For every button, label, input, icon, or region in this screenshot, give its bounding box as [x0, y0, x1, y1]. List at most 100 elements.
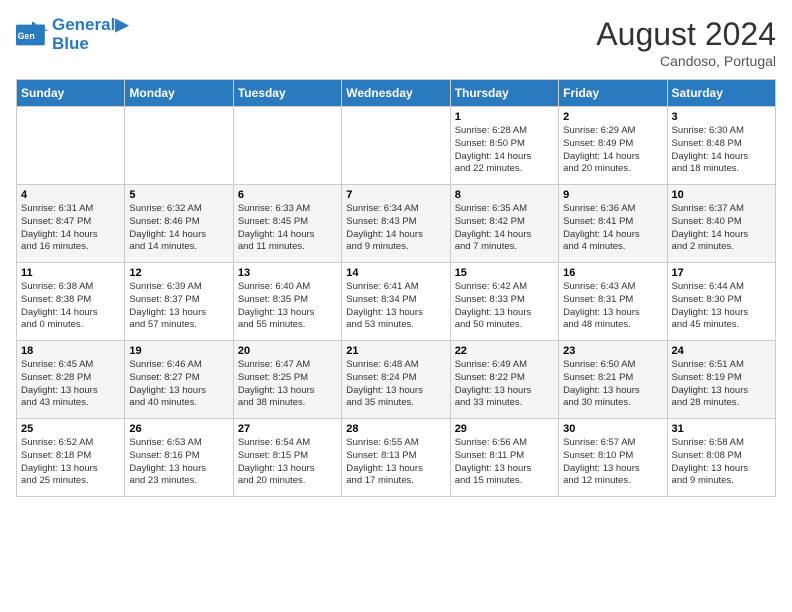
day-number: 12: [129, 267, 228, 279]
day-number: 19: [129, 345, 228, 357]
logo-line1: General▶: [52, 16, 128, 35]
day-info: Sunrise: 6:43 AMSunset: 8:31 PMDaylight:…: [563, 281, 662, 332]
day-number: 3: [672, 111, 771, 123]
col-header-tuesday: Tuesday: [233, 80, 341, 107]
day-info: Sunrise: 6:35 AMSunset: 8:42 PMDaylight:…: [455, 203, 554, 254]
day-number: 28: [346, 423, 445, 435]
calendar-cell: 28Sunrise: 6:55 AMSunset: 8:13 PMDayligh…: [342, 419, 450, 497]
day-number: 22: [455, 345, 554, 357]
day-number: 9: [563, 189, 662, 201]
calendar-cell: 23 Sunrise: 6:50 AMSunset: 8:21 PMDayligh…: [559, 341, 667, 419]
day-info: Sunrise: 6:50 AMSunset: 8:21 PMDaylight:…: [563, 359, 662, 410]
location-label: Candoso, Portugal: [596, 53, 776, 69]
calendar-cell: [233, 107, 341, 185]
calendar-cell: 8Sunrise: 6:35 AMSunset: 8:42 PMDaylight…: [450, 185, 558, 263]
calendar-week-row: 25Sunrise: 6:52 AMSunset: 8:18 PMDayligh…: [17, 419, 776, 497]
day-info: Sunrise: 6:36 AMSunset: 8:41 PMDaylight:…: [563, 203, 662, 254]
day-info: Sunrise: 6:31 AMSunset: 8:47 PMDaylight:…: [21, 203, 120, 254]
calendar-cell: 27 Sunrise: 6:54 AMSunset: 8:15 PMDayligh…: [233, 419, 341, 497]
day-info: Sunrise: 6:47 AMSunset: 8:25 PMDaylight:…: [238, 359, 337, 410]
calendar-cell: 2 Sunrise: 6:29 AMSunset: 8:49 PMDaylight…: [559, 107, 667, 185]
calendar-header-row: SundayMondayTuesdayWednesdayThursdayFrid…: [17, 80, 776, 107]
calendar-cell: 21 Sunrise: 6:48 AMSunset: 8:24 PMDayligh…: [342, 341, 450, 419]
calendar-cell: 18 Sunrise: 6:45 AMSunset: 8:28 PMDayligh…: [17, 341, 125, 419]
day-info: Sunrise: 6:57 AMSunset: 8:10 PMDaylight:…: [563, 437, 662, 488]
day-info: Sunrise: 6:28 AMSunset: 8:50 PMDaylight:…: [455, 125, 554, 176]
title-block: August 2024 Candoso, Portugal: [596, 16, 776, 69]
calendar-cell: 12 Sunrise: 6:39 AMSunset: 8:37 PMDayligh…: [125, 263, 233, 341]
day-number: 7: [346, 189, 445, 201]
day-number: 5: [129, 189, 228, 201]
day-number: 16: [563, 267, 662, 279]
col-header-saturday: Saturday: [667, 80, 775, 107]
calendar-cell: 7 Sunrise: 6:34 AMSunset: 8:43 PMDaylight…: [342, 185, 450, 263]
day-number: 15: [455, 267, 554, 279]
day-number: 25: [21, 423, 120, 435]
month-year-title: August 2024: [596, 16, 776, 53]
day-info: Sunrise: 6:58 AMSunset: 8:08 PMDaylight:…: [672, 437, 771, 488]
col-header-thursday: Thursday: [450, 80, 558, 107]
calendar-cell: 19 Sunrise: 6:46 AMSunset: 8:27 PMDayligh…: [125, 341, 233, 419]
day-number: 23: [563, 345, 662, 357]
page-header: Gen General▶ Blue August 2024 Candoso, P…: [16, 16, 776, 69]
day-number: 13: [238, 267, 337, 279]
calendar-cell: 29Sunrise: 6:56 AMSunset: 8:11 PMDayligh…: [450, 419, 558, 497]
day-number: 17: [672, 267, 771, 279]
day-number: 31: [672, 423, 771, 435]
day-number: 20: [238, 345, 337, 357]
day-info: Sunrise: 6:32 AMSunset: 8:46 PMDaylight:…: [129, 203, 228, 254]
calendar-cell: 31 Sunrise: 6:58 AMSunset: 8:08 PMDayligh…: [667, 419, 775, 497]
col-header-monday: Monday: [125, 80, 233, 107]
day-info: Sunrise: 6:34 AMSunset: 8:43 PMDaylight:…: [346, 203, 445, 254]
calendar-cell: 26Sunrise: 6:53 AMSunset: 8:16 PMDayligh…: [125, 419, 233, 497]
calendar-cell: 16 Sunrise: 6:43 AMSunset: 8:31 PMDayligh…: [559, 263, 667, 341]
calendar-cell: 9 Sunrise: 6:36 AMSunset: 8:41 PMDaylight…: [559, 185, 667, 263]
col-header-sunday: Sunday: [17, 80, 125, 107]
day-number: 14: [346, 267, 445, 279]
col-header-friday: Friday: [559, 80, 667, 107]
calendar-cell: 6 Sunrise: 6:33 AMSunset: 8:45 PMDaylight…: [233, 185, 341, 263]
calendar-week-row: 11 Sunrise: 6:38 AMSunset: 8:38 PMDayligh…: [17, 263, 776, 341]
calendar-table: SundayMondayTuesdayWednesdayThursdayFrid…: [16, 79, 776, 497]
calendar-cell: 10 Sunrise: 6:37 AMSunset: 8:40 PMDayligh…: [667, 185, 775, 263]
day-info: Sunrise: 6:39 AMSunset: 8:37 PMDaylight:…: [129, 281, 228, 332]
day-info: Sunrise: 6:54 AMSunset: 8:15 PMDaylight:…: [238, 437, 337, 488]
day-number: 21: [346, 345, 445, 357]
day-number: 1: [455, 111, 554, 123]
calendar-cell: 13 Sunrise: 6:40 AMSunset: 8:35 PMDayligh…: [233, 263, 341, 341]
day-number: 11: [21, 267, 120, 279]
day-info: Sunrise: 6:49 AMSunset: 8:22 PMDaylight:…: [455, 359, 554, 410]
day-info: Sunrise: 6:48 AMSunset: 8:24 PMDaylight:…: [346, 359, 445, 410]
day-info: Sunrise: 6:29 AMSunset: 8:49 PMDaylight:…: [563, 125, 662, 176]
calendar-cell: 3 Sunrise: 6:30 AMSunset: 8:48 PMDaylight…: [667, 107, 775, 185]
day-number: 10: [672, 189, 771, 201]
day-number: 4: [21, 189, 120, 201]
day-info: Sunrise: 6:33 AMSunset: 8:45 PMDaylight:…: [238, 203, 337, 254]
day-info: Sunrise: 6:37 AMSunset: 8:40 PMDaylight:…: [672, 203, 771, 254]
calendar-cell: 1 Sunrise: 6:28 AMSunset: 8:50 PMDaylight…: [450, 107, 558, 185]
day-number: 2: [563, 111, 662, 123]
day-info: Sunrise: 6:30 AMSunset: 8:48 PMDaylight:…: [672, 125, 771, 176]
day-number: 6: [238, 189, 337, 201]
day-info: Sunrise: 6:45 AMSunset: 8:28 PMDaylight:…: [21, 359, 120, 410]
day-number: 24: [672, 345, 771, 357]
day-info: Sunrise: 6:46 AMSunset: 8:27 PMDaylight:…: [129, 359, 228, 410]
calendar-cell: [125, 107, 233, 185]
calendar-cell: 15 Sunrise: 6:42 AMSunset: 8:33 PMDayligh…: [450, 263, 558, 341]
day-number: 30: [563, 423, 662, 435]
calendar-cell: 25Sunrise: 6:52 AMSunset: 8:18 PMDayligh…: [17, 419, 125, 497]
day-info: Sunrise: 6:38 AMSunset: 8:38 PMDaylight:…: [21, 281, 120, 332]
calendar-week-row: 1 Sunrise: 6:28 AMSunset: 8:50 PMDaylight…: [17, 107, 776, 185]
svg-text:Gen: Gen: [18, 31, 35, 41]
logo-icon: Gen: [16, 21, 48, 49]
calendar-cell: 17Sunrise: 6:44 AMSunset: 8:30 PMDayligh…: [667, 263, 775, 341]
day-number: 27: [238, 423, 337, 435]
calendar-cell: 14Sunrise: 6:41 AMSunset: 8:34 PMDayligh…: [342, 263, 450, 341]
day-info: Sunrise: 6:53 AMSunset: 8:16 PMDaylight:…: [129, 437, 228, 488]
logo: Gen General▶ Blue: [16, 16, 128, 53]
calendar-cell: [17, 107, 125, 185]
calendar-cell: 4 Sunrise: 6:31 AMSunset: 8:47 PMDaylight…: [17, 185, 125, 263]
day-info: Sunrise: 6:40 AMSunset: 8:35 PMDaylight:…: [238, 281, 337, 332]
day-number: 18: [21, 345, 120, 357]
day-info: Sunrise: 6:42 AMSunset: 8:33 PMDaylight:…: [455, 281, 554, 332]
